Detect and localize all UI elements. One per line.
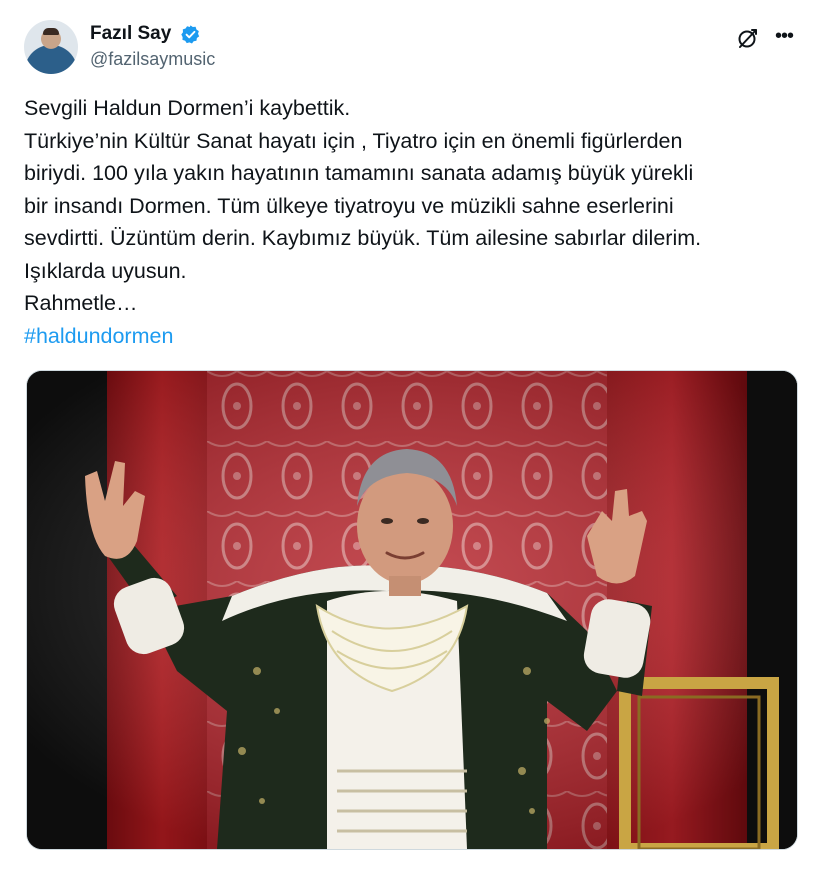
tweet-text-line: bir insandı Dormen. Tüm ülkeye tiyatroyu… [24,193,674,218]
tweet-media-photo[interactable] [26,370,798,850]
avatar[interactable] [24,20,78,74]
tweet-text-line: Sevgili Haldun Dormen’i kaybettik. [24,96,351,120]
tweet-text-line: biriydi. 100 yıla yakın hayatının tamamı… [24,161,694,185]
grok-icon[interactable] [736,26,760,50]
author-block[interactable]: Fazıl Say @fazilsaymusic [90,22,215,70]
author-display-name[interactable]: Fazıl Say [90,22,171,46]
tweet-text-line: Işıklarda uyusun. [24,258,187,283]
author-handle[interactable]: @fazilsaymusic [90,49,215,70]
tweet: Fazıl Say @fazilsaymusic ••• Sevgili Hal… [0,0,820,873]
tweet-text-line: Rahmetle… [24,291,138,315]
stage-photo [27,371,797,849]
tweet-text-line: Türkiye’nin Kültür Sanat hayatı için , T… [24,128,683,153]
verified-badge-icon [181,24,199,44]
hashtag-link[interactable]: #haldundormen [24,320,804,353]
tweet-text-line: sevdirtti. Üzüntüm derin. Kaybımız büyük… [24,226,702,250]
tweet-header: Fazıl Say @fazilsaymusic ••• [24,18,796,78]
tweet-text: Sevgili Haldun Dormen’i kaybettik. Türki… [24,92,804,352]
more-icon[interactable]: ••• [772,24,796,48]
